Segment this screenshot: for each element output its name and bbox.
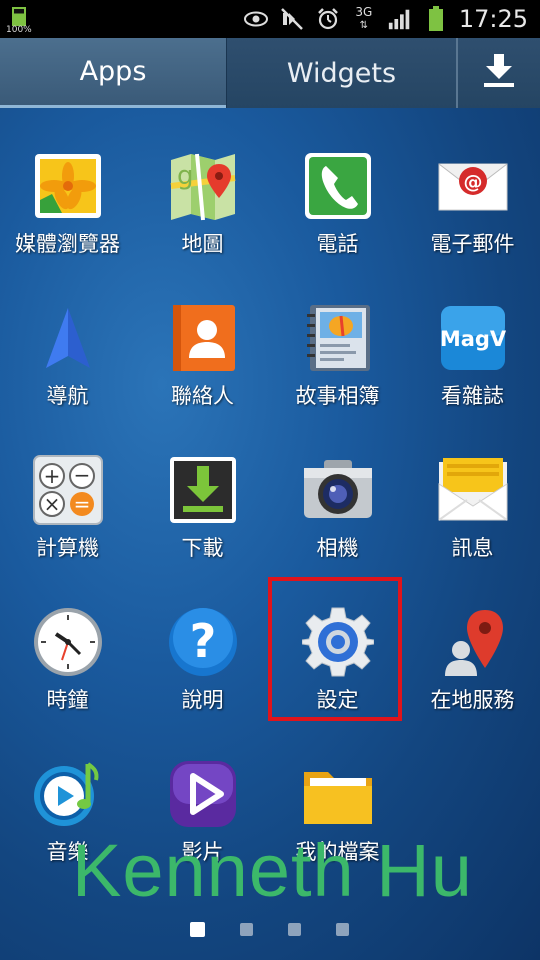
app-navigation[interactable]: 導航: [0, 292, 135, 422]
help-icon: ?: [167, 606, 239, 678]
app-maps[interactable]: g 地圖: [135, 140, 270, 270]
eye-icon: [243, 6, 269, 32]
app-label: 看雜誌: [441, 384, 504, 408]
maps-icon: g: [167, 150, 239, 222]
battery-icon: 100%: [6, 4, 32, 35]
video-icon: [167, 758, 239, 830]
app-label: 下載: [181, 536, 224, 560]
settings-highlight-box: [268, 577, 402, 721]
music-icon: [32, 758, 104, 830]
svg-text:g: g: [177, 161, 194, 191]
app-label: 故事相簿: [295, 384, 380, 408]
app-help[interactable]: ? 說明: [135, 596, 270, 726]
battery-percent: 100%: [6, 25, 32, 35]
svg-text:@: @: [463, 171, 482, 193]
battery-full-icon: [423, 6, 449, 32]
app-contacts[interactable]: 聯絡人: [135, 292, 270, 422]
page-dot-4[interactable]: [336, 923, 349, 936]
magazine-icon: MagV: [437, 302, 509, 374]
magazine-text: MagV: [439, 327, 506, 351]
clock-icon: [32, 606, 104, 678]
phone-icon: [302, 150, 374, 222]
app-label: 相機: [316, 536, 359, 560]
mute-icon: [279, 6, 305, 32]
app-label: 地圖: [181, 232, 224, 256]
app-label: 在地服務: [430, 688, 515, 712]
app-clock[interactable]: 時鐘: [0, 596, 135, 726]
app-label: 時鐘: [46, 688, 89, 712]
app-label: 說明: [181, 688, 224, 712]
page-indicator: [0, 920, 540, 940]
email-icon: @: [437, 150, 509, 222]
signal-icon: [387, 6, 413, 32]
camera-icon: [302, 454, 374, 526]
svg-text:=: =: [73, 492, 90, 516]
calculator-icon: + − × =: [32, 454, 104, 526]
app-local[interactable]: 在地服務: [405, 596, 540, 726]
app-gallery[interactable]: 媒體瀏覽器: [0, 140, 135, 270]
app-label: 導航: [46, 384, 89, 408]
page-dot-2[interactable]: [240, 923, 253, 936]
tab-apps[interactable]: Apps: [0, 38, 226, 108]
download-icon: [482, 52, 516, 95]
svg-text:?: ?: [189, 614, 216, 668]
app-phone[interactable]: 電話: [270, 140, 405, 270]
app-label: 訊息: [451, 536, 494, 560]
status-bar: 100% 3G ⇅ 17:25: [0, 0, 540, 38]
my-files-icon: [302, 758, 374, 830]
page-dot-1[interactable]: [190, 922, 205, 937]
app-label: 媒體瀏覽器: [15, 232, 120, 256]
download-button[interactable]: [456, 38, 540, 108]
alarm-icon: [315, 6, 341, 32]
contacts-icon: [167, 302, 239, 374]
messages-icon: [437, 454, 509, 526]
app-label: 電子郵件: [430, 232, 515, 256]
downloads-icon: [167, 454, 239, 526]
status-time: 17:25: [458, 5, 528, 33]
network-label: 3G: [355, 5, 373, 19]
svg-text:+: +: [43, 464, 60, 488]
app-messages[interactable]: 訊息: [405, 444, 540, 574]
gallery-icon: [32, 150, 104, 222]
app-calculator[interactable]: + − × = 計算機: [0, 444, 135, 574]
app-camera[interactable]: 相機: [270, 444, 405, 574]
page-dot-3[interactable]: [288, 923, 301, 936]
svg-text:−: −: [73, 463, 90, 487]
app-label: 電話: [316, 232, 359, 256]
local-icon: [437, 606, 509, 678]
network-3g-icon: 3G ⇅: [355, 5, 373, 31]
app-story-album[interactable]: 故事相簿: [270, 292, 405, 422]
app-label: 聯絡人: [171, 384, 234, 408]
watermark-text: Kenneth Hu: [72, 829, 473, 912]
app-downloads[interactable]: 下載: [135, 444, 270, 574]
app-drawer-tabs: Apps Widgets: [0, 38, 540, 108]
navigation-icon: [32, 302, 104, 374]
app-label: 計算機: [36, 536, 99, 560]
svg-text:×: ×: [43, 492, 60, 516]
app-magazine[interactable]: MagV 看雜誌: [405, 292, 540, 422]
app-email[interactable]: @ 電子郵件: [405, 140, 540, 270]
tab-widgets[interactable]: Widgets: [226, 38, 456, 108]
story-album-icon: [302, 302, 374, 374]
